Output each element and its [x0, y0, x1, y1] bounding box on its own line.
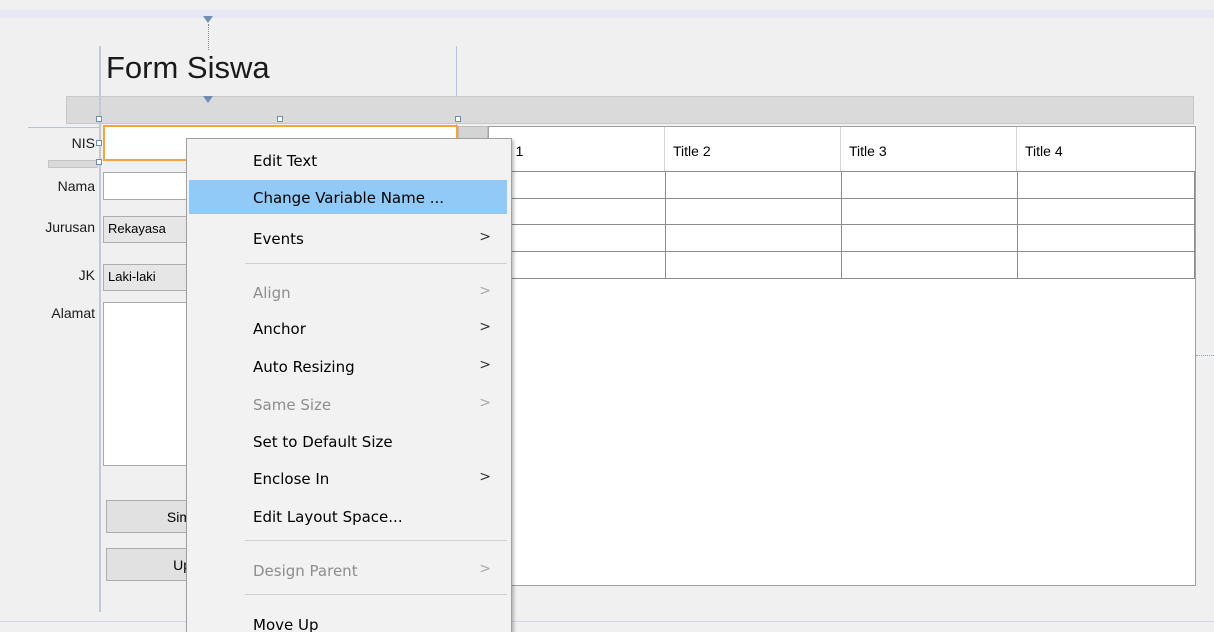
resize-handle-icon[interactable] — [96, 116, 102, 122]
menu-item-label: Events — [253, 230, 304, 248]
menu-item-label: Auto Resizing — [253, 358, 355, 376]
menu-item-label: Align — [253, 284, 291, 302]
resize-handle-icon[interactable] — [96, 159, 102, 165]
canvas-bottom-border — [0, 621, 1214, 622]
menu-item-anchor[interactable]: Anchor > — [189, 311, 507, 345]
menu-item-align[interactable]: Align > — [189, 275, 507, 309]
chevron-right-icon: > — [479, 469, 491, 485]
table-col-divider — [665, 171, 666, 279]
guide-dotted-line — [1196, 355, 1214, 356]
simpan-button[interactable]: Sim — [106, 500, 191, 533]
chevron-right-icon: > — [479, 229, 491, 245]
nama-field[interactable] — [103, 172, 191, 200]
menu-separator — [245, 594, 507, 595]
jk-label: JK — [78, 267, 95, 283]
menu-item-auto-resizing[interactable]: Auto Resizing > — [189, 349, 507, 383]
menu-separator — [245, 540, 507, 541]
context-menu[interactable]: Edit Text Change Variable Name ... Event… — [186, 138, 512, 632]
jurusan-label: Jurusan — [45, 219, 95, 235]
form-title-label[interactable]: Form Siswa — [106, 50, 270, 94]
table-row-divider — [489, 251, 1195, 252]
canvas-top-strip — [0, 10, 1214, 18]
header-panel[interactable] — [66, 96, 1194, 124]
chevron-right-icon: > — [479, 395, 491, 411]
chevron-right-icon: > — [479, 357, 491, 373]
resize-handle-icon[interactable] — [277, 116, 283, 122]
table-header-title-1[interactable]: tle 1 — [489, 127, 665, 171]
chevron-right-icon: > — [479, 319, 491, 335]
nama-label: Nama — [57, 178, 95, 194]
menu-item-label: Same Size — [253, 396, 332, 414]
menu-item-enclose-in[interactable]: Enclose In > — [189, 461, 507, 495]
label-placeholder-bar — [48, 160, 98, 168]
menu-item-label: Design Parent — [253, 562, 358, 580]
menu-item-label: Change Variable Name ... — [253, 189, 445, 207]
table-row-divider — [489, 198, 1195, 199]
data-table[interactable]: tle 1 Title 2 Title 3 Title 4 — [488, 126, 1196, 586]
menu-item-label: Enclose In — [253, 470, 330, 488]
anchor-triangle-icon — [203, 16, 213, 23]
table-col-divider — [1017, 171, 1018, 279]
menu-item-label: Anchor — [253, 320, 306, 338]
menu-item-label: Edit Text — [253, 152, 318, 170]
menu-item-move-up[interactable]: Move Up — [189, 607, 507, 632]
menu-separator — [245, 263, 507, 264]
menu-item-same-size[interactable]: Same Size > — [189, 387, 507, 421]
table-col-divider — [841, 171, 842, 279]
alamat-label: Alamat — [51, 305, 95, 321]
table-header-title-4[interactable]: Title 4 — [1017, 127, 1195, 171]
guide-dotted-line — [208, 24, 209, 50]
menu-item-change-variable-name[interactable]: Change Variable Name ... — [189, 180, 507, 214]
menu-item-label: Set to Default Size — [253, 433, 393, 451]
table-header-title-3[interactable]: Title 3 — [841, 127, 1017, 171]
alamat-textarea[interactable] — [103, 302, 191, 466]
table-row-divider — [489, 171, 1195, 172]
menu-item-set-default-size[interactable]: Set to Default Size — [189, 424, 507, 458]
menu-item-design-parent[interactable]: Design Parent > — [189, 553, 507, 587]
menu-item-label: Edit Layout Space... — [253, 508, 403, 526]
jk-combo[interactable]: Laki-laki — [103, 264, 191, 291]
resize-handle-icon[interactable] — [455, 116, 461, 122]
table-col-divider — [1194, 171, 1195, 279]
menu-item-edit-layout-space[interactable]: Edit Layout Space... — [189, 499, 507, 533]
menu-item-label: Move Up — [253, 616, 319, 632]
table-header-title-2[interactable]: Title 2 — [665, 127, 841, 171]
update-button[interactable]: Up — [106, 548, 191, 581]
table-row-divider — [489, 224, 1195, 225]
resize-handle-icon[interactable] — [96, 140, 102, 146]
menu-item-events[interactable]: Events > — [189, 221, 507, 255]
anchor-triangle-icon — [203, 96, 213, 103]
menu-item-edit-text[interactable]: Edit Text — [189, 143, 507, 177]
chevron-right-icon: > — [479, 283, 491, 299]
chevron-right-icon: > — [479, 561, 491, 577]
guide-line — [28, 127, 104, 128]
table-row-divider — [489, 278, 1195, 279]
jurusan-combo[interactable]: Rekayasa — [103, 216, 191, 243]
nis-label: NIS — [71, 135, 95, 151]
